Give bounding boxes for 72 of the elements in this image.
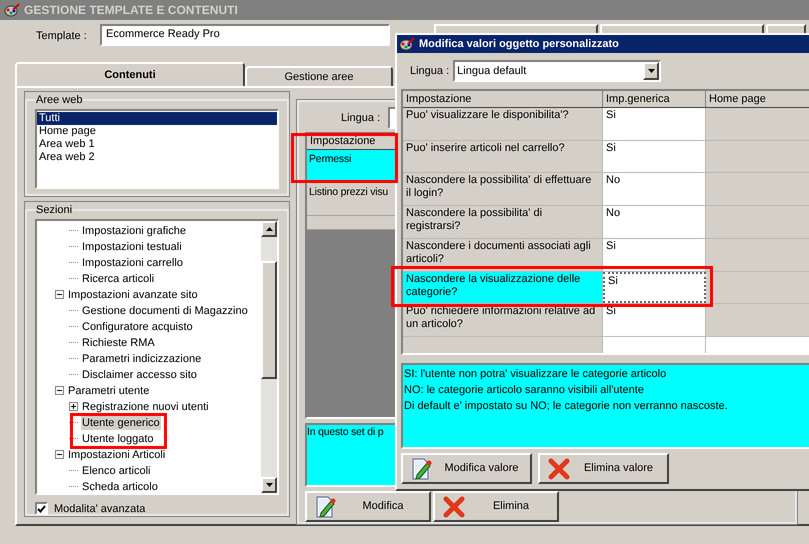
window-title: GESTIONE TEMPLATE E CONTENUTI xyxy=(24,2,238,19)
language-label: Lingua : xyxy=(341,110,380,126)
grid-cell[interactable]: Si xyxy=(603,108,706,140)
app-icon xyxy=(399,37,415,51)
grid-cell[interactable]: Si xyxy=(603,140,706,172)
action-button[interactable]: Modifica valore xyxy=(401,453,532,484)
toolbar-button[interactable] xyxy=(766,24,806,33)
list-item[interactable]: Area web 1 xyxy=(37,138,277,150)
collapse-icon[interactable] xyxy=(55,386,64,395)
grid-cell[interactable]: Nascondere la possibilita' di effettuare il login? xyxy=(403,173,603,206)
tree-item[interactable]: Impostazioni carrello xyxy=(81,256,184,270)
tree-item[interactable]: Richieste RMA xyxy=(81,336,156,350)
tree-item[interactable]: Utente generico xyxy=(81,416,161,430)
tab[interactable]: Contenuti xyxy=(15,62,245,86)
tree-item[interactable]: Configuratore acquisto xyxy=(81,320,194,334)
document-pencil-icon xyxy=(315,494,337,518)
tree-item[interactable]: Parametri indicizzazione xyxy=(81,352,202,366)
scroll-up-button[interactable] xyxy=(261,220,277,236)
document-pencil-icon xyxy=(411,456,433,480)
down-arrow-icon xyxy=(266,482,272,486)
template-label: Template : xyxy=(36,29,88,44)
grid-cell[interactable]: Si xyxy=(603,272,706,304)
action-button[interactable]: Modifica xyxy=(305,491,431,522)
grid-cell[interactable]: Nascondere la possibilita' di registrarsi? xyxy=(403,206,603,238)
column-header: Impostazione xyxy=(403,91,603,107)
collapse-icon[interactable] xyxy=(55,450,64,459)
tree-item[interactable]: Impostazioni grafiche xyxy=(81,224,187,238)
tree-item[interactable]: Impostazioni avanzate sito xyxy=(67,288,199,302)
dropdown-arrow-icon xyxy=(648,69,655,73)
collapse-icon[interactable] xyxy=(55,290,64,299)
language-dropdown[interactable]: Lingua default xyxy=(453,60,662,82)
expand-icon[interactable] xyxy=(69,402,78,411)
tree-item[interactable]: Gestione documenti di Magazzino xyxy=(81,304,249,318)
group-title: Sezioni xyxy=(35,203,74,218)
list-item[interactable]: Tutti xyxy=(37,112,277,124)
tree-item[interactable]: Parametri utente xyxy=(67,384,150,398)
grid-cell[interactable]: Puo' inserire articoli nel carrello? xyxy=(403,140,603,172)
tree-item[interactable]: Impostazioni testuali xyxy=(81,240,183,254)
grid-cell[interactable]: No xyxy=(603,173,706,206)
checkbox[interactable] xyxy=(35,502,48,516)
group-title: Aree web xyxy=(35,93,84,108)
tree-item[interactable]: Scheda articolo xyxy=(81,480,159,492)
grid-cell[interactable]: Puo' visualizzare le disponibilita'? xyxy=(403,108,603,140)
tree-item[interactable]: Elenco articoli xyxy=(81,464,152,478)
tab[interactable]: Gestione aree xyxy=(245,66,393,86)
tree-item[interactable]: Ricerca articoli xyxy=(81,272,156,286)
action-button[interactable]: Elimina xyxy=(433,491,559,522)
tree-item[interactable]: Utente loggato xyxy=(81,432,155,446)
up-arrow-icon xyxy=(266,226,272,230)
list-item[interactable]: Home page xyxy=(37,124,277,138)
checkbox-label: Modalita' avanzata xyxy=(54,502,146,516)
tree-item[interactable]: Disclaimer accesso sito xyxy=(81,368,198,382)
description-line: SI: l'utente non potra' visualizzare le categorie articolo xyxy=(404,367,668,382)
x-icon xyxy=(443,496,465,518)
column-header: Imp.generica xyxy=(603,91,706,107)
x-icon xyxy=(548,458,570,480)
scroll-thumb[interactable] xyxy=(261,260,277,378)
description-line: Di default e' impostato su NO; le categorie non verranno nascoste. xyxy=(404,399,729,414)
tree-item[interactable]: Registrazione nuovi utenti xyxy=(81,400,210,414)
template-field[interactable]: Ecommerce Ready Pro xyxy=(100,24,390,46)
column-header: Home page xyxy=(706,91,809,107)
grid-cell[interactable]: No xyxy=(603,206,706,238)
action-button[interactable]: Elimina valore xyxy=(538,453,669,484)
app-icon xyxy=(4,3,20,17)
grid-cell[interactable]: Nascondere la visualizzazione delle categorie? xyxy=(403,272,603,304)
scrollbar[interactable] xyxy=(261,220,277,492)
description-line: NO: le categorie articolo saranno visibili all'utente xyxy=(404,383,645,398)
list-item[interactable]: Area web 2 xyxy=(37,150,277,164)
tree-item[interactable]: Impostazioni Articoli xyxy=(67,448,166,462)
scroll-down-button[interactable] xyxy=(261,476,277,492)
dialog-title: Modifica valori oggetto personalizzato xyxy=(419,36,619,52)
language-label: Lingua : xyxy=(410,64,450,79)
